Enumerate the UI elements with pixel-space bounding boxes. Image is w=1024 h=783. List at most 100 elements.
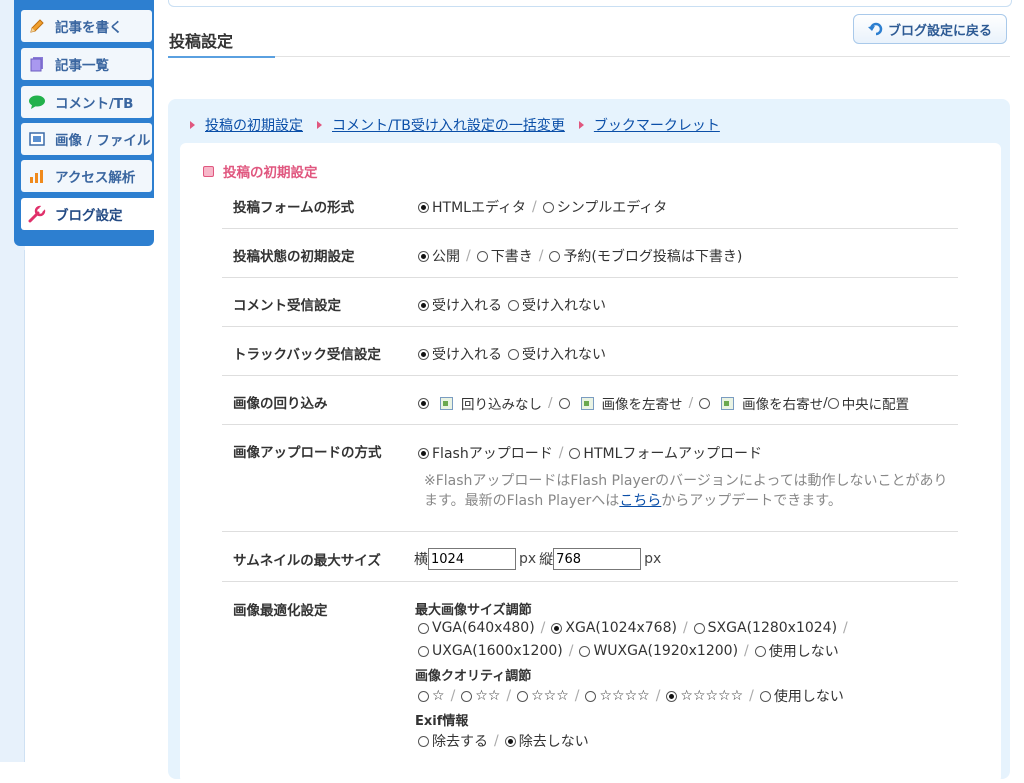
nav-item-label: 記事一覧 [55, 58, 109, 74]
nav-item-label: アクセス解析 [55, 170, 136, 186]
radio-trackback-reject[interactable] [508, 348, 519, 360]
section-links: 投稿の初期設定 コメント/TB受け入れ設定の一括変更 ブックマークレット [190, 115, 734, 135]
image-file-icon [27, 129, 47, 149]
flash-note: ※FlashアップロードはFlash Playerのバージョンによっては動作しな… [424, 473, 948, 509]
width-prefix: 横 [414, 552, 428, 568]
radio-wrap-left[interactable] [558, 397, 570, 409]
radio-html-editor[interactable] [418, 201, 429, 213]
back-arrow-icon [867, 22, 884, 36]
radio-size-sxga[interactable] [693, 622, 705, 634]
form-type-options: HTMLエディタ / シンプルエディタ [418, 197, 667, 217]
radio-html-form-upload[interactable] [569, 447, 581, 459]
image-left-icon [580, 396, 594, 410]
image-no-wrap-icon [440, 396, 453, 410]
link-bulk-comment-tb[interactable]: コメント/TB受け入れ設定の一括変更 [332, 115, 565, 135]
radio-wrap-right[interactable] [699, 397, 711, 409]
nav-item-write[interactable]: 記事を書く [21, 10, 152, 42]
row-divider [222, 424, 958, 425]
option-label: 中央に配置 [841, 397, 910, 413]
triangle-bullet-icon [578, 121, 584, 129]
option-label: 画像を右寄せ [742, 397, 824, 413]
row-divider [222, 228, 958, 229]
option-label: Flashアップロード [432, 446, 553, 462]
page-title: 投稿設定 [169, 32, 234, 51]
nav-item-label: ブログ設定 [55, 208, 123, 224]
option-label: 受け入れる [432, 347, 502, 363]
radio-exif-remove[interactable] [418, 735, 429, 747]
radio-size-uxga[interactable] [418, 645, 429, 657]
nav-item-list[interactable]: 記事一覧 [21, 48, 152, 80]
radio-exif-keep[interactable] [504, 735, 516, 747]
row-label-image-wrap: 画像の回り込み [233, 396, 328, 412]
option-label: 下書き [490, 249, 533, 265]
image-right-icon [721, 396, 735, 410]
top-frame [168, 0, 1012, 7]
side-navigation: 記事を書く 記事一覧 コメント/TB 画像 / ファイル アクセス解析 ブログ設… [14, 0, 168, 246]
section-bullet-icon [203, 165, 214, 177]
radio-quality-2[interactable] [461, 690, 473, 702]
radio-quality-3[interactable] [517, 690, 529, 702]
nav-item-blog-settings[interactable]: ブログ設定 [21, 198, 168, 230]
link-initial-settings[interactable]: 投稿の初期設定 [205, 115, 303, 135]
trackback-options: 受け入れる 受け入れない [418, 344, 606, 364]
radio-size-wuxga[interactable] [579, 645, 591, 657]
row-label-comment: コメント受信設定 [233, 298, 341, 314]
radio-comment-reject[interactable] [508, 299, 519, 311]
row-label-trackback: トラックバック受信設定 [233, 347, 381, 363]
link-bookmarklet[interactable]: ブックマークレット [594, 115, 720, 135]
quality-options: ☆ / ☆☆ / ☆☆☆ / ☆☆☆☆ / ☆☆☆☆☆ / 使用しない [418, 686, 844, 706]
nav-item-analytics[interactable]: アクセス解析 [21, 160, 152, 192]
section-title: 投稿の初期設定 [203, 161, 318, 181]
radio-trackback-accept[interactable] [418, 348, 429, 360]
radio-wrap-none[interactable] [418, 397, 429, 409]
radio-size-none[interactable] [754, 645, 766, 657]
upload-options: Flashアップロード / HTMLフォームアップロード [418, 443, 762, 463]
nav-item-label: 画像 / ファイル [55, 133, 151, 149]
quality-heading: 画像クオリティ調節 [415, 669, 532, 684]
radio-quality-4[interactable] [585, 690, 597, 702]
triangle-bullet-icon [190, 121, 195, 129]
option-label: HTMLフォームアップロード [583, 446, 762, 462]
option-label: 回り込みなし [461, 397, 542, 413]
px-unit: px [519, 551, 537, 567]
document-list-icon [27, 54, 47, 74]
radio-flash-upload[interactable] [418, 447, 429, 459]
row-label-optimize: 画像最適化設定 [233, 603, 328, 619]
radio-public[interactable] [418, 250, 429, 262]
thumbnail-width-input[interactable] [428, 548, 516, 570]
row-divider [222, 531, 958, 532]
nav-item-image[interactable]: 画像 / ファイル [21, 123, 152, 155]
radio-quality-5[interactable] [666, 690, 678, 702]
comment-options: 受け入れる 受け入れない [418, 295, 606, 315]
option-label: HTMLエディタ [432, 200, 526, 216]
radio-quality-none[interactable] [759, 690, 771, 702]
radio-wrap-center[interactable] [827, 397, 839, 409]
title-underline [168, 56, 275, 58]
speech-bubble-icon [27, 92, 47, 112]
option-label: 受け入れる [432, 298, 502, 314]
row-label-thumbnail: サムネイルの最大サイズ [233, 553, 381, 569]
option-label: 予約(モブログ投稿は下書き) [563, 249, 743, 265]
radio-comment-accept[interactable] [418, 299, 429, 311]
row-label-post-state: 投稿状態の初期設定 [233, 249, 355, 265]
bar-chart-icon [27, 166, 47, 186]
flash-update-link[interactable]: こちら [619, 493, 661, 509]
height-prefix: 縦 [539, 552, 554, 568]
back-to-blog-settings-button[interactable]: ブログ設定に戻る [853, 14, 1007, 44]
nav-item-label: コメント/TB [55, 96, 134, 112]
row-divider [222, 581, 958, 582]
left-rail-divider [24, 250, 25, 762]
option-label: 画像を左寄せ [601, 397, 683, 413]
radio-quality-1[interactable] [418, 690, 429, 702]
nav-item-comment[interactable]: コメント/TB [21, 86, 152, 118]
radio-draft[interactable] [476, 250, 488, 262]
radio-size-vga[interactable] [418, 622, 429, 634]
option-label: 受け入れない [522, 298, 606, 314]
radio-simple-editor[interactable] [542, 201, 554, 213]
radio-scheduled[interactable] [549, 250, 561, 262]
option-label: シンプルエディタ [556, 200, 668, 216]
max-size-options-line1: VGA(640x480) / XGA(1024x768) / SXGA(1280… [418, 620, 854, 636]
exif-options: 除去する / 除去しない [418, 731, 589, 751]
radio-size-xga[interactable] [551, 622, 563, 634]
thumbnail-height-input[interactable] [553, 548, 642, 570]
